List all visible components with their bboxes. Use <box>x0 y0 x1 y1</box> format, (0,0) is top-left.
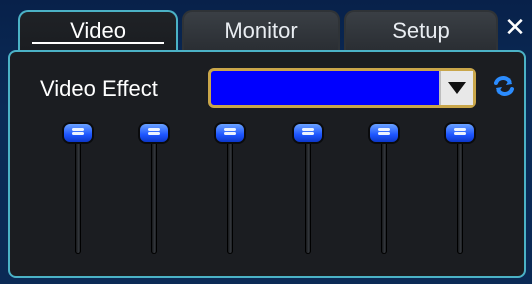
slider-1[interactable] <box>64 124 92 254</box>
refresh-icon[interactable] <box>490 72 518 100</box>
slider-thumb[interactable] <box>294 124 322 142</box>
slider-thumb[interactable] <box>370 124 398 142</box>
close-icon[interactable]: ✕ <box>504 14 526 40</box>
slider-track[interactable] <box>151 124 157 254</box>
tab-video[interactable]: Video <box>18 10 178 50</box>
tab-monitor-label: Monitor <box>224 18 298 43</box>
slider-thumb[interactable] <box>140 124 168 142</box>
slider-track[interactable] <box>75 124 81 254</box>
chevron-down-icon[interactable] <box>439 71 473 105</box>
video-panel: Video Effect <box>8 50 526 278</box>
slider-track[interactable] <box>381 124 387 254</box>
slider-thumb[interactable] <box>64 124 92 142</box>
slider-thumb[interactable] <box>216 124 244 142</box>
tab-setup-label: Setup <box>392 18 450 43</box>
active-tab-underline <box>32 42 164 44</box>
tab-monitor[interactable]: Monitor <box>182 10 340 50</box>
slider-2[interactable] <box>140 124 168 254</box>
slider-track[interactable] <box>305 124 311 254</box>
tab-setup[interactable]: Setup <box>344 10 498 50</box>
slider-track[interactable] <box>227 124 233 254</box>
video-effect-label: Video Effect <box>40 76 158 101</box>
slider-track[interactable] <box>457 124 463 254</box>
slider-4[interactable] <box>294 124 322 254</box>
slider-thumb[interactable] <box>446 124 474 142</box>
slider-5[interactable] <box>370 124 398 254</box>
slider-6[interactable] <box>446 124 474 254</box>
tab-bar: Video Monitor Setup <box>18 10 498 52</box>
video-settings-window: Video Monitor Setup ✕ Video Effect <box>0 0 532 284</box>
slider-3[interactable] <box>216 124 244 254</box>
tab-video-label: Video <box>70 18 126 43</box>
video-effect-dropdown[interactable] <box>208 68 476 108</box>
